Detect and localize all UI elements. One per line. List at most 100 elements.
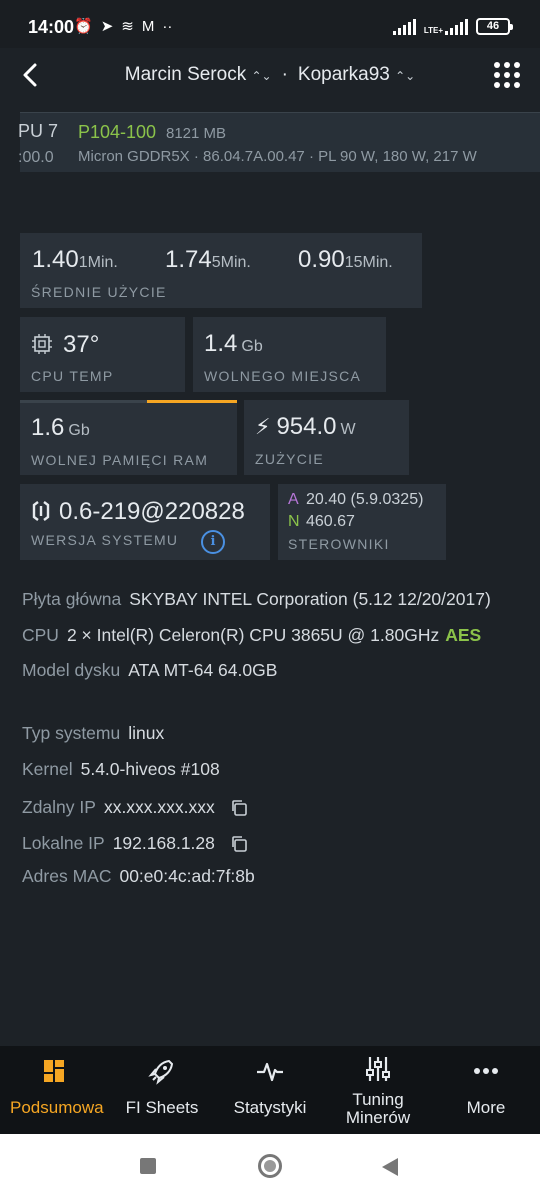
remote-ip-row: Zdalny IP xx.xxx.xxx.xxx [22, 795, 248, 818]
gpu-index: PU 7 [18, 121, 59, 141]
sliders-icon [366, 1057, 390, 1081]
free-ram-card: 1.6 Gb WOLNEJ PAMIĘCI RAM [20, 400, 237, 475]
speed-icon: ≋ [121, 18, 134, 35]
bolt-icon: ⚡ [255, 414, 271, 439]
status-bar: 14:00 ⏰ ➤ ≋ M ·· LTE+ 46 [0, 0, 540, 48]
battery-icon: 46 [476, 18, 513, 35]
power-value: 954.0 [276, 413, 337, 440]
more-dots-icon: ·· [162, 18, 173, 35]
farm-name: Marcin Serock [124, 64, 247, 85]
lte-signal-icon: LTE+ [423, 18, 468, 35]
power-card: ⚡ 954.0 W ZUŻYCIE [244, 400, 409, 475]
motherboard-row: Płyta główna SKYBAY INTEL Corporation (5.… [22, 589, 491, 610]
system-type-value: linux [128, 723, 165, 743]
cpu-temp-value: 37° [63, 331, 100, 358]
load-1min: 1.401Min. [32, 246, 118, 273]
hiveos-logo-icon [32, 501, 50, 521]
status-right: LTE+ 46 [392, 18, 513, 35]
mac-key: Adres MAC [22, 866, 112, 886]
disk-model-row: Model dysku ATA MT-64 64.0GB [22, 660, 277, 681]
nav-tuning-label: Tuning Minerów [345, 1090, 411, 1127]
os-version-value: 0.6-219@220828 [59, 498, 245, 525]
rocket-icon [148, 1059, 174, 1085]
app-header: Marcin Serock ⌃⌄ · Koparka93 ⌃⌄ [0, 48, 540, 104]
os-version-card: 0.6-219@220828 WERSJA SYSTEMU i [20, 484, 270, 560]
nav-stats-label: Statystyki [233, 1098, 307, 1117]
gpu-model: P104-100 [78, 122, 157, 142]
home-button[interactable] [258, 1154, 282, 1178]
farm-chevron-icon: ⌃⌄ [251, 69, 272, 83]
remote-ip-key: Zdalny IP [22, 797, 96, 817]
farm-selector[interactable]: Marcin Serock ⌃⌄ [125, 64, 272, 86]
apps-grid-button[interactable] [494, 62, 520, 88]
worker-chevron-icon: ⌃⌄ [395, 69, 416, 83]
amd-driver-line: A 20.40 (5.9.0325) [288, 491, 423, 509]
nav-fi-sheets-label: FI Sheets [125, 1098, 199, 1117]
header-separator: · [281, 64, 288, 85]
cpu-value: 2 × Intel(R) Celeron(R) CPU 3865U @ 1.80… [66, 625, 440, 645]
ram-label: WOLNEJ PAMIĘCI RAM [31, 452, 209, 468]
back-arrow-icon [23, 63, 37, 87]
drivers-label: STEROWNIKI [288, 536, 390, 552]
os-version-label: WERSJA SYSTEMU [31, 532, 179, 548]
worker-name: Koparka93 [297, 64, 390, 85]
cpu-key: CPU [22, 625, 59, 645]
telegram-icon: ➤ [100, 18, 114, 35]
ram-usage-bar [147, 400, 237, 403]
alarm-icon: ⏰ [74, 18, 93, 35]
disk-model-value: ATA MT-64 64.0GB [128, 660, 278, 680]
network-type: LTE+ [423, 25, 443, 35]
nav-summary[interactable]: Podsumowa [0, 1046, 108, 1134]
system-type-key: Typ systemu [22, 723, 121, 743]
os-info-button[interactable]: i [201, 530, 225, 554]
wifi-signal-icon [392, 18, 416, 35]
nav-more-label: More [466, 1098, 506, 1117]
kernel-key: Kernel [22, 759, 73, 779]
nav-more[interactable]: More [432, 1046, 540, 1134]
motherboard-key: Płyta główna [22, 589, 122, 609]
mac-row: Adres MAC 00:e0:4c:ad:7f:8b [22, 866, 255, 887]
status-time: 14:00 [28, 17, 75, 37]
pulse-icon [257, 1062, 283, 1082]
nav-fi-sheets[interactable]: FI Sheets [108, 1046, 216, 1134]
load-5min: 1.745Min. [165, 246, 251, 273]
nvidia-tag: N [288, 513, 300, 530]
nvidia-driver-line: N 460.67 [288, 513, 355, 531]
amd-driver-value: 20.40 (5.9.0325) [306, 491, 424, 508]
amd-tag: A [288, 491, 299, 508]
nav-stats[interactable]: Statystyki [216, 1046, 324, 1134]
cpu-temp-label: CPU TEMP [31, 368, 114, 384]
nav-summary-label: Podsumowa [10, 1098, 104, 1117]
motherboard-value: SKYBAY INTEL Corporation (5.12 12/20/201… [129, 589, 491, 609]
copy-icon[interactable] [230, 799, 248, 817]
disk-unit: Gb [241, 338, 263, 355]
gpu-detail: Micron GDDR5X · 86.04.7A.00.47 · PL 90 W… [78, 148, 477, 165]
load-label: ŚREDNIE UŻYCIE [31, 284, 167, 300]
local-ip-key: Lokalne IP [22, 833, 105, 853]
gpu-memory: 8121 MB [166, 125, 227, 142]
system-back-button[interactable] [382, 1158, 398, 1176]
worker-selector[interactable]: Koparka93 ⌃⌄ [298, 64, 415, 86]
mac-value: 00:e0:4c:ad:7f:8b [119, 866, 255, 886]
disk-label: WOLNEGO MIEJSCA [204, 368, 362, 384]
system-type-row: Typ systemu linux [22, 723, 164, 744]
free-disk-card: 1.4 Gb WOLNEGO MIEJSCA [193, 317, 386, 392]
local-ip-row: Lokalne IP 192.168.1.28 [22, 831, 248, 854]
nav-tuning[interactable]: Tuning Minerów [324, 1046, 432, 1134]
load-average-card: 1.401Min. 1.745Min. 0.9015Min. ŚREDNIE U… [20, 233, 422, 308]
gpu-bus: :00.0 [18, 149, 54, 166]
back-button[interactable] [16, 60, 46, 90]
drivers-card: A 20.40 (5.9.0325) N 460.67 STEROWNIKI [278, 484, 446, 560]
copy-icon[interactable] [230, 835, 248, 853]
cpu-temp-card: 37° CPU TEMP [20, 317, 185, 392]
power-unit: W [340, 421, 356, 438]
more-icon [474, 1068, 498, 1074]
aes-badge: AES [445, 625, 482, 645]
gpu-row[interactable]: PU 7 :00.0 P104-100 8121 MB Micron GDDR5… [18, 112, 540, 172]
disk-model-key: Model dysku [22, 660, 121, 680]
recents-button[interactable] [140, 1158, 156, 1174]
dashboard-icon [44, 1060, 64, 1082]
cpu-row: CPU 2 × Intel(R) Celeron(R) CPU 3865U @ 1… [22, 625, 481, 646]
bottom-navigation: Podsumowa FI Sheets Statystyki Tuning Min… [0, 1046, 540, 1134]
kernel-value: 5.4.0-hiveos #108 [80, 759, 220, 779]
